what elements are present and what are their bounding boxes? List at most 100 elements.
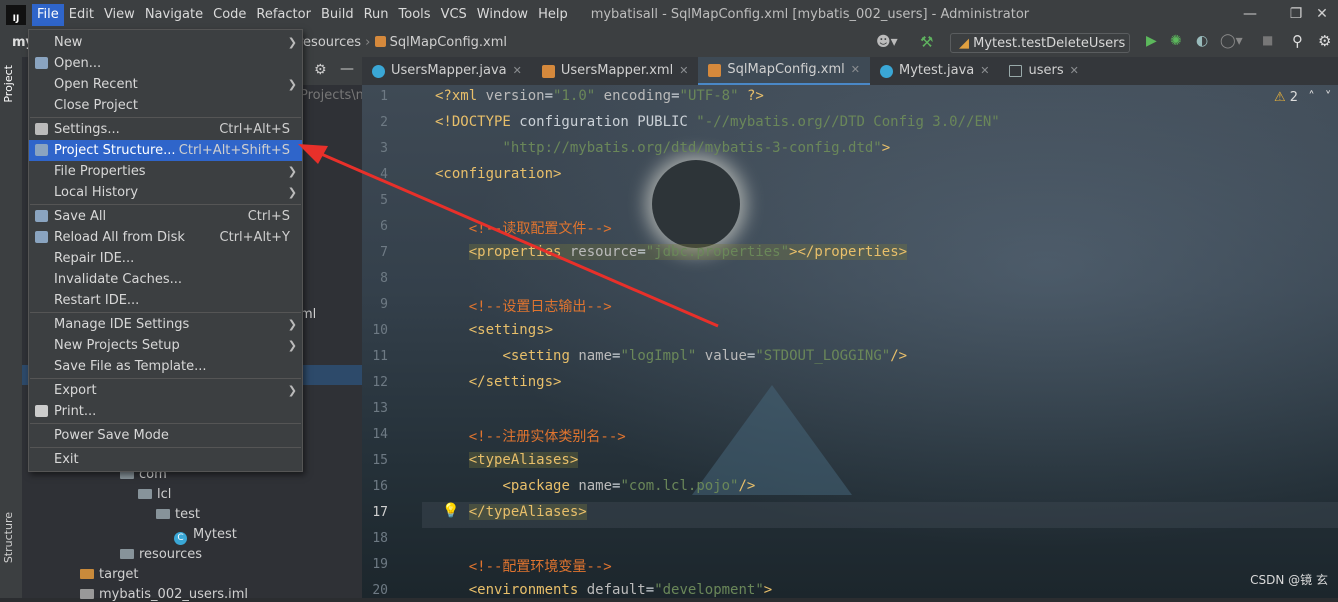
file-menu-item-settings[interactable]: Settings... Ctrl+Alt+S — [29, 119, 302, 140]
project-tool-tab[interactable]: Project — [2, 65, 15, 103]
close-tab-icon[interactable]: ✕ — [513, 57, 522, 85]
structure-tool-tab[interactable]: Structure — [2, 512, 15, 563]
menu-code[interactable]: Code — [208, 4, 251, 26]
run-config-label: Mytest.testDeleteUsers — [973, 36, 1126, 51]
menu-build[interactable]: Build — [316, 4, 359, 26]
code-line[interactable]: <environments default="development"> — [435, 582, 772, 598]
xml-file-icon — [374, 36, 386, 47]
file-menu-item-file-properties[interactable]: File Properties ❯ — [29, 161, 302, 182]
close-tab-icon[interactable]: ✕ — [679, 57, 688, 85]
line-number: 12 — [372, 375, 388, 390]
close-tab-icon[interactable]: ✕ — [980, 57, 989, 85]
file-menu-item-save-file-as-template[interactable]: Save File as Template... — [29, 356, 302, 377]
project-panel-header: ⚙ — — [300, 57, 362, 85]
code-line[interactable]: <?xml version="1.0" encoding="UTF-8" ?> — [435, 88, 764, 104]
breadcrumb-resources[interactable]: resources — [298, 35, 361, 50]
file-menu-item-print[interactable]: Print... — [29, 401, 302, 422]
menu-file[interactable]: File — [32, 3, 64, 26]
intellij-logo-icon[interactable]: IJ — [6, 4, 26, 25]
code-line[interactable]: <!--注册实体类别名--> — [435, 426, 626, 446]
stop-icon[interactable]: ■ — [1262, 33, 1273, 47]
title-bar: IJ File Edit View Navigate Code Refactor Build… — [0, 0, 1338, 29]
code-line[interactable]: <setting name="logImpl" value="STDOUT_LO… — [435, 348, 907, 364]
file-menu-item-close-project[interactable]: Close Project — [29, 95, 302, 116]
editor-tab-bar: UsersMapper.java ✕ UsersMapper.xml ✕ SqlMapC… — [362, 57, 1338, 86]
editor-tab-users[interactable]: users ✕ — [999, 57, 1088, 85]
menu-tools[interactable]: Tools — [394, 4, 436, 26]
line-number: 13 — [372, 401, 388, 416]
tree-item-lcl[interactable]: lcl — [138, 487, 171, 502]
editor-tab-usersmapper-xml[interactable]: UsersMapper.xml ✕ — [532, 57, 699, 85]
window-title: mybatisall - SqlMapConfig.xml [mybatis_0… — [590, 7, 1030, 22]
settings-gear-icon[interactable]: ⚙ — [1318, 32, 1331, 50]
tab-label: Mytest.java — [899, 63, 975, 78]
menu-separator — [30, 423, 301, 424]
build-hammer-icon[interactable]: ⚒ — [920, 33, 933, 51]
code-line[interactable]: <package name="com.lcl.pojo"/> — [435, 478, 755, 494]
panel-gear-icon[interactable]: ⚙ — [314, 62, 327, 78]
file-menu-item-new-projects-setup[interactable]: New Projects Setup ❯ — [29, 335, 302, 356]
debug-icon[interactable]: ✺ — [1170, 33, 1182, 49]
menu-separator — [30, 117, 301, 118]
file-menu-item-new[interactable]: New ❯ — [29, 32, 302, 53]
menu-item-shortcut: Ctrl+S — [247, 209, 290, 224]
panel-minimize-icon[interactable]: — — [340, 61, 354, 77]
tree-item-target[interactable]: target — [80, 567, 139, 582]
editor-tab-usersmapper-java[interactable]: UsersMapper.java ✕ — [362, 57, 532, 85]
close-tab-icon[interactable]: ✕ — [851, 56, 860, 84]
tree-item-mybatis-002-users-iml[interactable]: mybatis_002_users.iml — [80, 587, 248, 602]
minimize-icon[interactable]: — — [1240, 4, 1260, 24]
line-number: 16 — [372, 479, 388, 494]
close-window-icon[interactable]: ✕ — [1312, 4, 1332, 24]
search-icon[interactable]: ⚲ — [1292, 32, 1303, 50]
file-menu-item-local-history[interactable]: Local History ❯ — [29, 182, 302, 203]
code-line[interactable]: <typeAliases> — [435, 452, 579, 468]
menu-vcs[interactable]: VCS — [436, 4, 472, 26]
code-line[interactable]: </settings> — [435, 374, 562, 390]
file-menu-item-reload-all-from-disk[interactable]: Reload All from Disk Ctrl+Alt+Y — [29, 227, 302, 248]
code-line[interactable]: <!--配置环境变量--> — [435, 556, 612, 576]
menu-view[interactable]: View — [99, 4, 140, 26]
file-menu-item-restart-ide[interactable]: Restart IDE... — [29, 290, 302, 311]
file-menu-item-export[interactable]: Export ❯ — [29, 380, 302, 401]
file-menu-item-open-recent[interactable]: Open Recent ❯ — [29, 74, 302, 95]
restore-icon[interactable]: ❐ — [1286, 4, 1306, 24]
tree-item-mytest[interactable]: C Mytest — [174, 527, 237, 545]
file-menu-item-manage-ide-settings[interactable]: Manage IDE Settings ❯ — [29, 314, 302, 335]
file-menu-item-project-structure[interactable]: Project Structure... Ctrl+Alt+Shift+S — [29, 140, 302, 161]
file-menu-item-save-all[interactable]: Save All Ctrl+S — [29, 206, 302, 227]
profile-icon[interactable]: ◯▾ — [1220, 33, 1243, 49]
chevron-up-icon[interactable]: ˄ — [1308, 90, 1315, 105]
editor-tab-mytest-java[interactable]: Mytest.java ✕ — [870, 57, 999, 85]
menu-navigate[interactable]: Navigate — [140, 4, 208, 26]
chevron-down-icon[interactable]: ˅ — [1325, 90, 1332, 105]
menu-separator — [30, 378, 301, 379]
folder-open-icon — [35, 57, 48, 69]
run-icon[interactable]: ▶ — [1146, 33, 1157, 49]
run-configuration-select[interactable]: ◢ Mytest.testDeleteUsers ▾ — [950, 33, 1130, 71]
code-line[interactable]: <!DOCTYPE configuration PUBLIC "-//mybat… — [435, 114, 1000, 130]
menu-help[interactable]: Help — [533, 4, 573, 26]
user-icon[interactable]: ☻▾ — [876, 34, 898, 50]
menu-edit[interactable]: Edit — [64, 4, 99, 26]
tree-item-resources[interactable]: resources — [120, 547, 202, 562]
run-config-icon: ◢ — [959, 36, 974, 51]
menu-separator — [30, 312, 301, 313]
file-menu-item-repair-ide[interactable]: Repair IDE... — [29, 248, 302, 269]
file-menu-item-invalidate-caches[interactable]: Invalidate Caches... — [29, 269, 302, 290]
inspection-widget[interactable]: ⚠ 2 ˄ ˅ — [1274, 90, 1331, 105]
editor-tab-sqlmapconfig-xml[interactable]: SqlMapConfig.xml ✕ — [698, 57, 870, 85]
tree-item-test[interactable]: test — [156, 507, 200, 522]
file-menu-item-open[interactable]: Open... — [29, 53, 302, 74]
menu-refactor[interactable]: Refactor — [251, 4, 316, 26]
file-menu-item-power-save-mode[interactable]: Power Save Mode — [29, 425, 302, 446]
left-tool-strip: Project Structure — [0, 57, 23, 598]
menu-run[interactable]: Run — [359, 4, 394, 26]
file-menu-item-exit[interactable]: Exit — [29, 449, 302, 470]
line-number: 19 — [372, 557, 388, 572]
coverage-icon[interactable]: ◐ — [1196, 33, 1208, 49]
breadcrumb-file[interactable]: SqlMapConfig.xml — [390, 35, 507, 50]
menu-window[interactable]: Window — [472, 4, 533, 26]
close-tab-icon[interactable]: ✕ — [1070, 57, 1079, 85]
lightbulb-icon[interactable]: 💡 — [442, 503, 459, 519]
